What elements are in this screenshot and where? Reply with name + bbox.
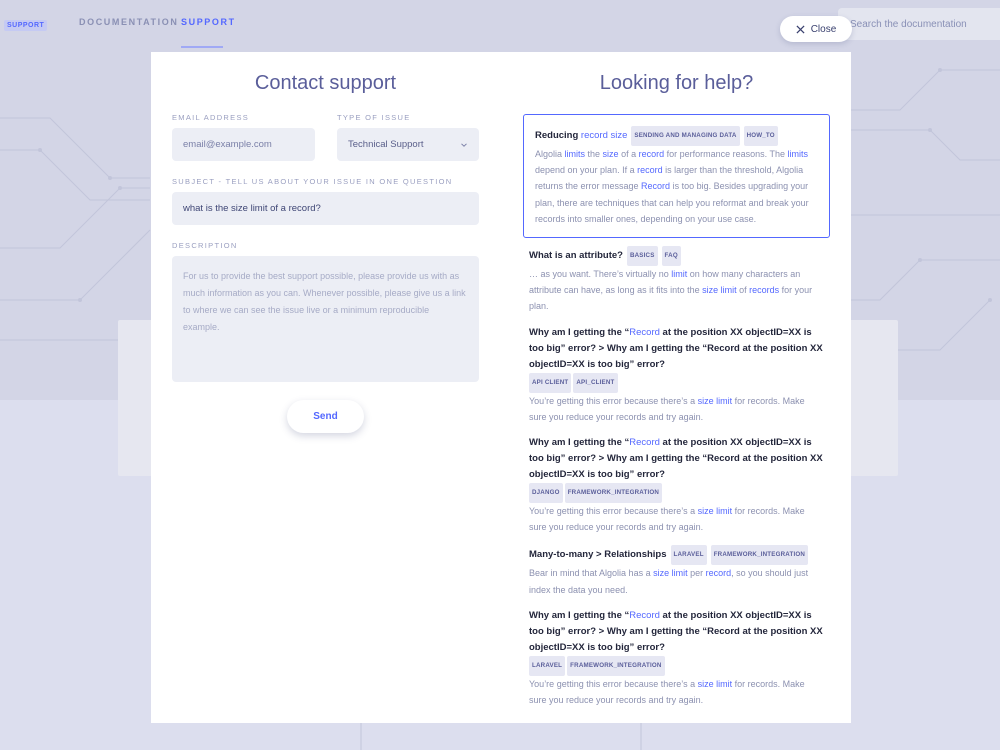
- result-snippet-highlight: size limit: [697, 395, 733, 406]
- result-snippet-text: You’re getting this error because there’…: [529, 678, 698, 689]
- result-snippet-text: Bear in mind that Algolia has a: [529, 568, 654, 579]
- support-badge: SUPPORT: [4, 20, 48, 31]
- email-label: EMAIL ADDRESS: [172, 113, 250, 122]
- result-tag: FRAMEWORK_INTEGRATION: [710, 545, 809, 566]
- close-icon: [796, 24, 805, 34]
- support-modal: Contact support EMAIL ADDRESS email@exam…: [151, 52, 851, 723]
- result-snippet-text: You’re getting this error because there’…: [529, 506, 698, 517]
- result-snippet-text: of a: [618, 149, 639, 159]
- result-tag: LARAVEL: [529, 655, 566, 676]
- help-result-item[interactable]: Many-to-many > Relationships LARAVEL FRAME…: [523, 545, 830, 597]
- result-snippet-highlight: record: [637, 165, 663, 176]
- subject-label: SUBJECT - TELL US ABOUT YOUR ISSUE IN ON…: [172, 177, 453, 186]
- result-snippet-highlight: Record: [641, 181, 671, 192]
- result-tag: SENDING AND MANAGING DATA: [631, 126, 740, 146]
- result-tag: API CLIENT: [529, 372, 572, 393]
- result-snippet: Algolia limits the size of a record for …: [535, 146, 818, 227]
- result-title-text: What is an attribute?: [529, 250, 623, 262]
- help-panel: Looking for help? Reducing record size SE…: [523, 52, 830, 723]
- help-result-item[interactable]: Why am I getting the “Record at the posi…: [523, 325, 830, 425]
- result-snippet-text: You’re getting this error because there’…: [529, 395, 698, 406]
- result-snippet-highlight: size limit: [697, 678, 733, 689]
- result-snippet: You’re getting this error because there’…: [529, 503, 824, 535]
- email-field[interactable]: email@example.com: [172, 128, 315, 161]
- result-tag: HOW_TO: [743, 126, 778, 146]
- result-tag: FAQ: [661, 246, 681, 267]
- help-results-list: Reducing record size SENDING AND MANAGING…: [523, 114, 830, 718]
- description-placeholder: For us to provide the best support possi…: [183, 271, 466, 332]
- nav-link-support[interactable]: SUPPORT: [181, 17, 236, 27]
- result-tag: API_CLIENT: [573, 372, 618, 393]
- result-tag: FRAMEWORK_INTEGRATION: [564, 483, 663, 504]
- result-title: What is an attribute? BASICS FAQ: [529, 246, 824, 267]
- result-title: Why am I getting the “Record at the posi…: [529, 435, 824, 483]
- issue-type-select[interactable]: Technical Support: [337, 128, 479, 161]
- result-title-highlight: Record: [629, 437, 660, 449]
- result-snippet-highlight: limits: [564, 149, 586, 159]
- result-title-text: Why am I getting the “: [529, 609, 630, 621]
- subject-input[interactable]: what is the size limit of a record?: [172, 192, 479, 225]
- result-snippet-highlight: size limit: [702, 285, 737, 296]
- result-tag: DJANGO: [529, 483, 563, 504]
- result-snippet-highlight: size limit: [697, 506, 733, 517]
- result-title-text: Why am I getting the “: [529, 437, 630, 449]
- result-snippet-text: depend on your plan. If a: [535, 165, 638, 176]
- close-button[interactable]: Close: [780, 16, 852, 42]
- result-title-text: Reducing: [535, 130, 581, 141]
- email-placeholder: email@example.com: [183, 139, 272, 150]
- result-snippet: You’re getting this error because there’…: [529, 393, 824, 425]
- chevron-down-icon: [461, 142, 467, 147]
- result-snippet-highlight: size limit: [653, 568, 688, 579]
- result-tags: DJANGO FRAMEWORK_INTEGRATION: [529, 483, 824, 504]
- result-tag: LARAVEL: [670, 545, 707, 566]
- help-result-item[interactable]: What is an attribute? BASICS FAQ… as you w…: [523, 246, 830, 315]
- docs-search-input[interactable]: Search the documentation: [838, 8, 1000, 40]
- send-button[interactable]: Send: [287, 400, 364, 433]
- help-result-item[interactable]: Why am I getting the “Record at the posi…: [523, 435, 830, 535]
- result-snippet-highlight: records: [749, 285, 780, 296]
- help-title: Looking for help?: [599, 72, 754, 94]
- help-result-item[interactable]: Why am I getting the “Record at the posi…: [523, 608, 830, 708]
- search-placeholder: Search the documentation: [850, 19, 967, 30]
- result-snippet-highlight: limit: [671, 269, 688, 280]
- result-tag: FRAMEWORK_INTEGRATION: [567, 655, 665, 676]
- subject-value: what is the size limit of a record?: [183, 203, 321, 214]
- result-tags: API CLIENT API_CLIENT: [529, 372, 824, 393]
- result-title: Many-to-many > Relationships LARAVEL FRAME…: [529, 545, 824, 566]
- result-snippet-highlight: limits: [787, 149, 809, 159]
- result-snippet-text: Algolia: [535, 149, 565, 159]
- result-snippet-text: of: [736, 285, 750, 296]
- result-snippet-highlight: record: [705, 568, 732, 579]
- result-snippet-highlight: size: [602, 149, 619, 159]
- nav-active-indicator: [181, 46, 223, 48]
- issue-type-label: TYPE OF ISSUE: [337, 113, 411, 122]
- result-title: Reducing record size SENDING AND MANAGING…: [535, 126, 818, 146]
- nav-link-documentation[interactable]: DOCUMENTATION: [79, 17, 178, 27]
- result-title: Why am I getting the “Record at the posi…: [529, 325, 824, 373]
- result-snippet: Bear in mind that Algolia has a size lim…: [529, 565, 824, 597]
- close-label: Close: [810, 23, 837, 35]
- result-snippet-highlight: record: [638, 149, 665, 159]
- result-tag: BASICS: [626, 246, 658, 267]
- result-snippet-text: … as you want. There’s virtually no: [529, 269, 672, 280]
- result-title-text: Many-to-many > Relationships: [529, 549, 667, 561]
- description-textarea[interactable]: For us to provide the best support possi…: [172, 256, 479, 382]
- result-title-highlight: record size: [580, 130, 628, 141]
- result-title-text: Why am I getting the “: [529, 326, 630, 338]
- result-title-highlight: Record: [629, 609, 660, 621]
- result-title: Why am I getting the “Record at the posi…: [529, 608, 824, 656]
- result-snippet-text: for performance reasons. The: [664, 149, 788, 159]
- description-label: DESCRIPTION: [172, 241, 238, 250]
- result-title-highlight: Record: [629, 326, 660, 338]
- result-snippet-text: the: [585, 149, 603, 159]
- contact-form: Contact support EMAIL ADDRESS email@exam…: [172, 52, 479, 433]
- result-snippet: … as you want. There’s virtually no limi…: [529, 266, 824, 315]
- help-result-item[interactable]: Reducing record size SENDING AND MANAGING…: [523, 114, 830, 239]
- result-snippet: You’re getting this error because there’…: [529, 676, 824, 708]
- issue-type-value: Technical Support: [348, 139, 424, 150]
- contact-title: Contact support: [254, 72, 397, 94]
- result-snippet-text: per: [687, 568, 706, 579]
- result-tags: LARAVEL FRAMEWORK_INTEGRATION: [529, 655, 824, 676]
